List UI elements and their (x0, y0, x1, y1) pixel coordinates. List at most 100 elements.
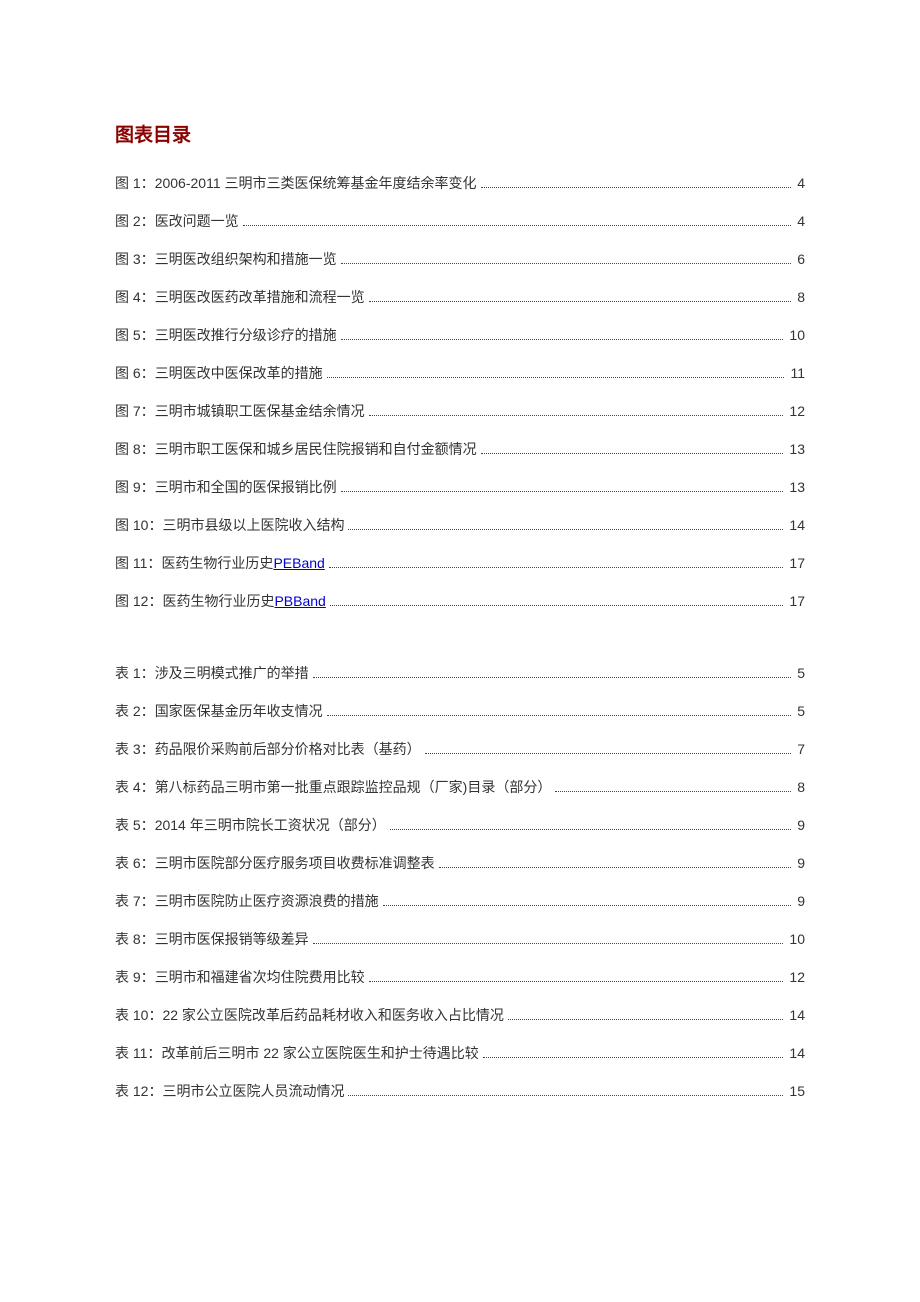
toc-entry-page: 4 (795, 211, 805, 232)
table-toc-entry[interactable]: 表 6：三明市医院部分医疗服务项目收费标准调整表9 (115, 853, 805, 874)
table-toc-entry[interactable]: 表 3：药品限价采购前后部分价格对比表（基药）7 (115, 739, 805, 760)
toc-dot-leader (341, 339, 784, 340)
toc-entry-label: 表 7： (115, 891, 155, 912)
toc-entry-title: 三明市县级以上医院收入结构 (162, 515, 344, 536)
table-toc-entry[interactable]: 表 9：三明市和福建省次均住院费用比较12 (115, 967, 805, 988)
toc-entry-page: 17 (787, 591, 805, 612)
toc-dot-leader (390, 829, 791, 830)
toc-entry-title: 医改问题一览 (155, 211, 239, 232)
figure-toc-entry[interactable]: 图 6：三明医改中医保改革的措施11 (115, 363, 805, 384)
toc-entry-label: 图 2： (115, 211, 155, 232)
toc-dot-leader (327, 377, 785, 378)
toc-entry-page: 14 (787, 1005, 805, 1026)
toc-entry-label: 图 10： (115, 515, 162, 536)
toc-dot-leader (330, 605, 784, 606)
toc-entry-title: 2006-2011 三明市三类医保统筹基金年度结余率变化 (155, 173, 477, 194)
toc-dot-leader (508, 1019, 783, 1020)
toc-entry-page: 14 (787, 515, 805, 536)
toc-entry-page: 4 (795, 173, 805, 194)
toc-entry-title: 三明医改组织架构和措施一览 (155, 249, 337, 270)
toc-entry-title: 三明医改医药改革措施和流程一览 (155, 287, 365, 308)
toc-entry-title: 涉及三明模式推广的举措 (155, 663, 309, 684)
toc-entry-title: 22 家公立医院改革后药品耗材收入和医务收入占比情况 (162, 1005, 503, 1026)
table-toc-entry[interactable]: 表 7：三明市医院防止医疗资源浪费的措施 9 (115, 891, 805, 912)
table-toc-entry[interactable]: 表 5：2014 年三明市院长工资状况（部分）9 (115, 815, 805, 836)
toc-dot-leader (369, 415, 784, 416)
toc-entry-title: 三明市和全国的医保报销比例 (155, 477, 337, 498)
toc-dot-leader (341, 263, 792, 264)
toc-entry-label: 表 12： (115, 1081, 162, 1102)
toc-entry-page: 13 (787, 439, 805, 460)
toc-dot-leader (383, 905, 792, 906)
toc-entry-label: 表 2： (115, 701, 155, 722)
section-gap (115, 629, 805, 663)
toc-entry-label: 表 9： (115, 967, 155, 988)
table-toc-entry[interactable]: 表 4：第八标药品三明市第一批重点跟踪监控品规（厂家)目录（部分）8 (115, 777, 805, 798)
toc-entry-title: 医药生物行业历史PEBand (161, 553, 324, 574)
toc-entry-title: 三明医改推行分级诊疗的措施 (155, 325, 337, 346)
figure-toc-entry[interactable]: 图 1：2006-2011 三明市三类医保统筹基金年度结余率变化 4 (115, 173, 805, 194)
figure-toc-entry[interactable]: 图 11：医药生物行业历史PEBand17 (115, 553, 805, 574)
toc-dot-leader (369, 301, 792, 302)
figure-toc-entry[interactable]: 图 8：三明市职工医保和城乡居民住院报销和自付金额情况13 (115, 439, 805, 460)
toc-dot-leader (313, 943, 784, 944)
figure-toc-entry[interactable]: 图 3：三明医改组织架构和措施一览6 (115, 249, 805, 270)
toc-entry-title: 三明市医院防止医疗资源浪费的措施 (155, 891, 379, 912)
toc-entry-title: 三明医改中医保改革的措施 (155, 363, 323, 384)
table-toc-entry[interactable]: 表 11：改革前后三明市 22 家公立医院医生和护士待遇比较14 (115, 1043, 805, 1064)
section-heading: 图表目录 (115, 120, 805, 147)
toc-entry-title: 三明市和福建省次均住院费用比较 (155, 967, 365, 988)
toc-dot-leader (555, 791, 791, 792)
figure-toc-entry[interactable]: 图 9：三明市和全国的医保报销比例13 (115, 477, 805, 498)
toc-entry-title: 药品限价采购前后部分价格对比表（基药） (155, 739, 421, 760)
toc-entry-page: 8 (795, 287, 805, 308)
toc-entry-page: 9 (795, 891, 805, 912)
toc-entry-title-link[interactable]: PBBand (274, 593, 325, 609)
toc-entry-page: 12 (787, 401, 805, 422)
toc-dot-leader (327, 715, 792, 716)
toc-entry-label: 图 1： (115, 173, 155, 194)
toc-entry-title-link[interactable]: PEBand (273, 555, 324, 571)
toc-entry-title: 三明市城镇职工医保基金结余情况 (155, 401, 365, 422)
figures-toc-list: 图 1：2006-2011 三明市三类医保统筹基金年度结余率变化4图 2：医改问… (115, 173, 805, 612)
toc-dot-leader (483, 1057, 784, 1058)
toc-entry-page: 15 (787, 1081, 805, 1102)
figure-toc-entry[interactable]: 图 7：三明市城镇职工医保基金结余情况12 (115, 401, 805, 422)
figure-toc-entry[interactable]: 图 12：医药生物行业历史PBBand17 (115, 591, 805, 612)
figure-toc-entry[interactable]: 图 5：三明医改推行分级诊疗的措施10 (115, 325, 805, 346)
toc-dot-leader (439, 867, 792, 868)
toc-entry-page: 10 (787, 929, 805, 950)
toc-entry-title: 2014 年三明市院长工资状况（部分） (155, 815, 386, 836)
toc-entry-label: 图 8： (115, 439, 155, 460)
toc-entry-title: 医药生物行业历史PBBand (162, 591, 325, 612)
toc-entry-page: 13 (787, 477, 805, 498)
toc-dot-leader (243, 225, 792, 226)
tables-toc-list: 表 1：涉及三明模式推广的举措5表 2：国家医保基金历年收支情况5表 3：药品限… (115, 663, 805, 1102)
toc-entry-title-prefix: 医药生物行业历史 (162, 593, 274, 609)
toc-dot-leader (425, 753, 792, 754)
toc-entry-label: 表 8： (115, 929, 155, 950)
toc-entry-title: 三明市公立医院人员流动情况 (162, 1081, 344, 1102)
toc-entry-page: 7 (795, 739, 805, 760)
table-toc-entry[interactable]: 表 2：国家医保基金历年收支情况5 (115, 701, 805, 722)
toc-entry-label: 图 6： (115, 363, 155, 384)
figure-toc-entry[interactable]: 图 10：三明市县级以上医院收入结构 14 (115, 515, 805, 536)
toc-entry-title: 三明市医院部分医疗服务项目收费标准调整表 (155, 853, 435, 874)
toc-entry-label: 图 11： (115, 553, 161, 574)
table-toc-entry[interactable]: 表 1：涉及三明模式推广的举措5 (115, 663, 805, 684)
toc-entry-label: 表 4： (115, 777, 155, 798)
figure-toc-entry[interactable]: 图 4：三明医改医药改革措施和流程一览8 (115, 287, 805, 308)
toc-entry-page: 6 (795, 249, 805, 270)
table-toc-entry[interactable]: 表 10：22 家公立医院改革后药品耗材收入和医务收入占比情况14 (115, 1005, 805, 1026)
toc-dot-leader (348, 1095, 783, 1096)
toc-entry-label: 图 5： (115, 325, 155, 346)
toc-entry-title: 改革前后三明市 22 家公立医院医生和护士待遇比较 (161, 1043, 478, 1064)
toc-entry-label: 表 11： (115, 1043, 161, 1064)
table-toc-entry[interactable]: 表 12：三明市公立医院人员流动情况 15 (115, 1081, 805, 1102)
toc-entry-page: 5 (795, 663, 805, 684)
toc-entry-page: 9 (795, 815, 805, 836)
figure-toc-entry[interactable]: 图 2：医改问题一览 4 (115, 211, 805, 232)
toc-entry-page: 9 (795, 853, 805, 874)
toc-entry-page: 5 (795, 701, 805, 722)
table-toc-entry[interactable]: 表 8：三明市医保报销等级差异10 (115, 929, 805, 950)
